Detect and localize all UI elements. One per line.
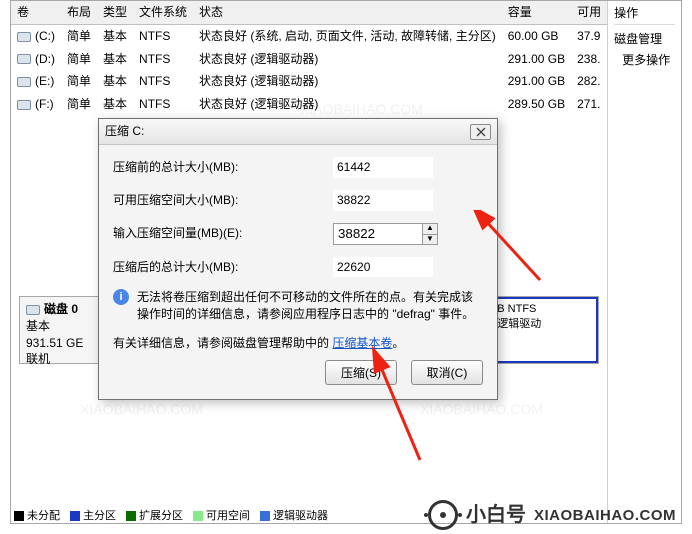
legend-label: 主分区 (83, 509, 116, 524)
close-button[interactable] (470, 124, 491, 140)
col-status[interactable]: 状态 (193, 1, 502, 24)
legend: 未分配 主分区 扩展分区 可用空间 逻辑驱动器 (14, 509, 328, 524)
spinner-down[interactable]: ▼ (423, 234, 437, 244)
actions-pane: 操作 磁盘管理 更多操作 (608, 1, 681, 523)
label-shrink-amount: 输入压缩空间量(MB)(E): (113, 225, 333, 242)
cancel-button[interactable]: 取消(C) (411, 360, 483, 385)
help-line: 有关详细信息，请参阅磁盘管理帮助中的 压缩基本卷。 (113, 335, 483, 352)
dialog-title: 压缩 C: (105, 123, 470, 140)
label-total-before: 压缩前的总计大小(MB): (113, 159, 333, 176)
legend-swatch-extended (126, 511, 136, 521)
dialog-titlebar[interactable]: 压缩 C: (99, 119, 497, 145)
info-message: i 无法将卷压缩到超出任何不可移动的文件所在的点。有关完成该操作时间的详细信息，… (113, 289, 483, 323)
partition-status: 逻辑驱动 (497, 317, 590, 332)
volume-table: 卷 布局 类型 文件系统 状态 容量 可用 (C:)简单基本NTFS状态良好 (… (11, 1, 607, 116)
legend-swatch-primary (70, 511, 80, 521)
label-total-after: 压缩后的总计大小(MB): (113, 259, 333, 276)
legend-label: 扩展分区 (139, 509, 183, 524)
info-icon: i (113, 289, 129, 305)
col-volume[interactable]: 卷 (11, 1, 61, 24)
table-row[interactable]: (D:)简单基本NTFS状态良好 (逻辑驱动器)291.00 GB238. (11, 48, 607, 71)
col-free[interactable]: 可用 (571, 1, 607, 24)
shrink-button[interactable]: 压缩(S) (325, 360, 397, 385)
legend-label: 未分配 (27, 509, 60, 524)
disk-icon (26, 305, 40, 315)
col-layout[interactable]: 布局 (61, 1, 97, 24)
legend-label: 可用空间 (206, 509, 250, 524)
action-disk-management[interactable]: 磁盘管理 (614, 29, 675, 50)
help-prefix: 有关详细信息，请参阅磁盘管理帮助中的 (113, 336, 329, 350)
drive-icon (17, 100, 31, 110)
table-row[interactable]: (F:)简单基本NTFS状态良好 (逻辑驱动器)289.50 GB271. (11, 93, 607, 116)
help-link[interactable]: 压缩基本卷 (332, 336, 392, 350)
value-total-before: 61442 (333, 157, 433, 178)
table-row[interactable]: (C:)简单基本NTFS状态良好 (系统, 启动, 页面文件, 活动, 故障转储… (11, 24, 607, 47)
info-text: 无法将卷压缩到超出任何不可移动的文件所在的点。有关完成该操作时间的详细信息，请参… (137, 289, 483, 323)
drive-icon (17, 77, 31, 87)
disk-type: 基本 (26, 318, 95, 335)
legend-swatch-unallocated (14, 511, 24, 521)
drive-icon (17, 54, 31, 64)
legend-label: 逻辑驱动器 (273, 509, 328, 524)
col-capacity[interactable]: 容量 (502, 1, 571, 24)
disk-title: 磁盘 0 (44, 302, 78, 316)
shrink-amount-input[interactable] (333, 223, 423, 245)
watermark-logo: 小白号 XIAOBAIHAO.COM (428, 500, 676, 530)
col-fs[interactable]: 文件系统 (133, 1, 193, 24)
table-row[interactable]: (E:)简单基本NTFS状态良好 (逻辑驱动器)291.00 GB282. (11, 70, 607, 93)
legend-swatch-logical (260, 511, 270, 521)
actions-header: 操作 (614, 5, 675, 25)
shrink-dialog: 压缩 C: 压缩前的总计大小(MB): 61442 可用压缩空间大小(MB): … (98, 118, 498, 400)
watermark-text-cn: 小白号 (466, 501, 526, 529)
spinner-up[interactable]: ▲ (423, 224, 437, 234)
value-available: 38822 (333, 190, 433, 211)
disk-online: 联机 (26, 351, 95, 368)
action-more[interactable]: 更多操作 (622, 50, 675, 71)
close-icon (476, 127, 486, 137)
drive-icon (17, 32, 31, 42)
partition-fs: B NTFS (497, 302, 590, 317)
label-available: 可用压缩空间大小(MB): (113, 192, 333, 209)
legend-swatch-free (193, 511, 203, 521)
partition-block[interactable]: B NTFS 逻辑驱动 (489, 297, 598, 363)
help-suffix: 。 (392, 336, 404, 350)
disk-size: 931.51 GE (26, 335, 95, 352)
watermark-text-en: XIAOBAIHAO.COM (534, 505, 676, 526)
value-total-after: 22620 (333, 257, 433, 278)
disk-info: 磁盘 0 基本 931.51 GE 联机 (20, 297, 102, 363)
col-type[interactable]: 类型 (97, 1, 133, 24)
